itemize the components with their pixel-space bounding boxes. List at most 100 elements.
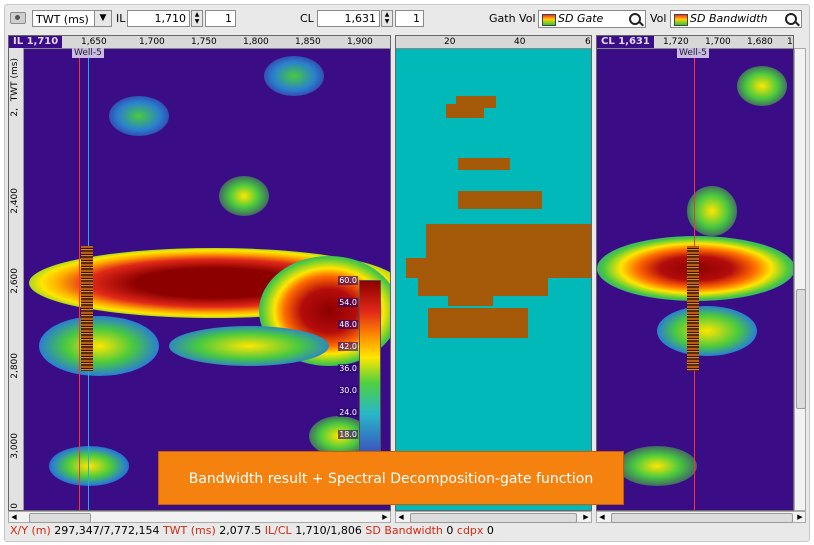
x-tick: 1: [787, 37, 793, 47]
color-scale-label: 36.0: [338, 364, 358, 373]
cl-label: CL: [300, 12, 314, 25]
volume-cube-icon: [674, 14, 688, 26]
gate-x-axis: 20 40 6: [396, 36, 591, 49]
gath-vol-selector[interactable]: SD Gate: [538, 10, 646, 28]
x-tick: 1,850: [295, 37, 321, 47]
chevron-down-icon[interactable]: ▼: [94, 11, 111, 26]
color-scale-label: 54.0: [338, 298, 358, 307]
scrollbar-thumb[interactable]: [611, 513, 793, 523]
scroll-right-icon[interactable]: ▶: [795, 512, 805, 522]
gate-interval: [426, 224, 591, 259]
amplitude-anomaly: [264, 56, 324, 96]
y-axis-title: TWT (ms): [10, 58, 20, 102]
vertical-scrollbar[interactable]: [794, 48, 806, 511]
color-scale-label: 60.0: [338, 276, 358, 285]
color-scale-label: 42.0: [338, 342, 358, 351]
color-scale-labels: 60.0 54.0 48.0 42.0 36.0 30.0 24.0 18.0: [338, 276, 360, 452]
il-step-field[interactable]: 1: [205, 10, 236, 27]
status-xy-label: X/Y (m): [10, 524, 51, 537]
y-tick: 2,800: [10, 353, 20, 379]
status-sd-label: SD Bandwidth: [365, 524, 443, 537]
x-tick: 40: [514, 37, 526, 47]
inline-x-axis: IL 1,710 1,650 1,700 1,750 1,800 1,850 1…: [9, 36, 390, 49]
well-path-line: [79, 48, 80, 510]
amplitude-anomaly: [657, 306, 757, 356]
well-log-track: [81, 246, 93, 371]
x-tick: 1,650: [81, 37, 107, 47]
scroll-left-icon[interactable]: ◀: [597, 512, 607, 522]
middle-horizontal-scrollbar[interactable]: ◀ ▶: [395, 511, 592, 523]
gate-interval: [458, 158, 510, 170]
app-window: TWT (ms) ▼ IL 1,710 ▲ ▼ 1 CL 1,631 ▲ ▼ 1 G…: [0, 0, 814, 545]
il-field[interactable]: 1,710: [127, 10, 190, 27]
y-tick: 2,600: [10, 268, 20, 294]
gate-interval: [446, 104, 484, 118]
scroll-left-icon[interactable]: ◀: [9, 512, 19, 522]
x-tick: 20: [444, 37, 456, 47]
cl-step-field[interactable]: 1: [395, 10, 424, 27]
status-xy-value: 297,347/7,772,154: [54, 524, 160, 537]
vol-value: SD Bandwidth: [690, 12, 768, 25]
camera-icon[interactable]: [10, 12, 26, 24]
left-horizontal-scrollbar[interactable]: ◀ ▶: [8, 511, 391, 523]
crossline-section-panel[interactable]: CL 1,631 1,720 1,700 1,680 1 Well-5: [596, 35, 794, 511]
color-scale-bar: [359, 280, 381, 452]
y-tick: 3,000: [10, 433, 20, 459]
scrollbar-thumb[interactable]: [796, 289, 806, 409]
search-icon[interactable]: [629, 13, 641, 25]
color-scale-label: 24.0: [338, 408, 358, 417]
status-bar: X/Y (m) 297,347/7,772,154 TWT (ms) 2,077…: [10, 524, 494, 537]
gate-function-panel[interactable]: 20 40 6: [395, 35, 592, 511]
search-icon[interactable]: [785, 13, 797, 25]
time-y-axis: TWT (ms) 2, 2,400 2,600 2,800 3,000 0: [9, 48, 24, 510]
status-ilcl-value: 1,710/1,806: [295, 524, 362, 537]
y-tick: 2,: [10, 108, 20, 117]
cl-spinner[interactable]: ▲ ▼: [381, 10, 393, 27]
x-tick: 1,720: [663, 37, 689, 47]
vol-selector[interactable]: SD Bandwidth: [670, 10, 802, 28]
scroll-right-icon[interactable]: ▶: [581, 512, 591, 522]
inline-section-panel[interactable]: IL 1,710 1,650 1,700 1,750 1,800 1,850 1…: [8, 35, 391, 511]
gate-interval: [406, 258, 591, 278]
x-tick: 1,700: [705, 37, 731, 47]
y-tick: 0: [10, 503, 20, 509]
color-scale-label: 18.0: [338, 430, 358, 439]
gath-vol-value: SD Gate: [558, 12, 604, 25]
scroll-right-icon[interactable]: ▶: [380, 512, 390, 522]
domain-select[interactable]: TWT (ms) ▼: [32, 10, 112, 27]
cl-field[interactable]: 1,631: [317, 10, 380, 27]
well-label: Well-5: [677, 48, 709, 58]
scrollbar-thumb[interactable]: [410, 513, 577, 523]
amplitude-anomaly: [49, 446, 129, 486]
domain-select-value: TWT (ms): [36, 13, 89, 26]
status-cdpx-value: 0: [486, 524, 494, 537]
x-tick: 1,750: [191, 37, 217, 47]
amplitude-anomaly: [617, 446, 697, 486]
gate-interval: [448, 294, 493, 306]
amplitude-anomaly: [109, 96, 169, 136]
il-spinner[interactable]: ▲ ▼: [191, 10, 203, 27]
status-twt-value: 2,077.5: [219, 524, 262, 537]
x-tick: 1,900: [347, 37, 373, 47]
status-sd-value: 0: [446, 524, 454, 537]
color-scale-label: 48.0: [338, 320, 358, 329]
crossline-corner-label: CL 1,631: [597, 36, 654, 48]
status-ilcl-label: IL/CL: [264, 524, 292, 537]
gate-interval: [458, 191, 542, 209]
y-tick: 2,400: [10, 188, 20, 214]
volume-cube-icon: [542, 14, 556, 26]
x-tick: 1,800: [243, 37, 269, 47]
status-twt-label: TWT (ms): [162, 524, 216, 537]
scroll-left-icon[interactable]: ◀: [396, 512, 406, 522]
amplitude-anomaly: [39, 316, 159, 376]
inline-corner-label: IL 1,710: [9, 36, 63, 48]
scrollbar-thumb[interactable]: [29, 513, 91, 523]
color-scale-label: 30.0: [338, 386, 358, 395]
right-horizontal-scrollbar[interactable]: ◀ ▶: [596, 511, 806, 523]
amplitude-anomaly: [169, 326, 329, 366]
il-label: IL: [116, 12, 126, 25]
vol-label: Vol: [650, 12, 667, 25]
status-cdpx-label: cdpx: [456, 524, 484, 537]
x-tick: 6: [585, 37, 591, 47]
gate-interval: [428, 308, 528, 338]
